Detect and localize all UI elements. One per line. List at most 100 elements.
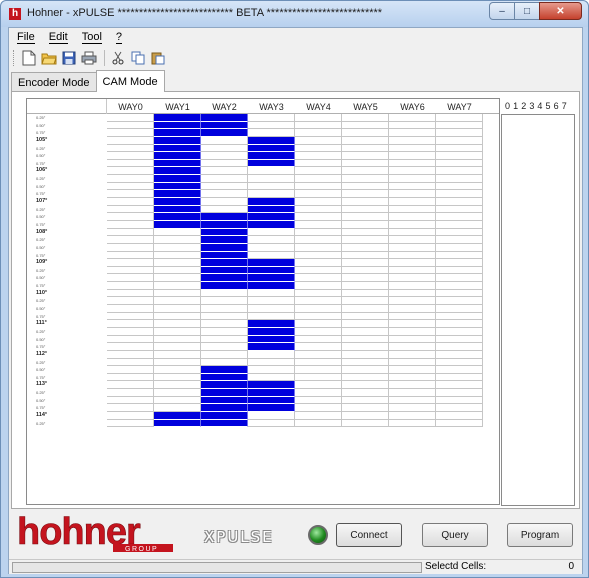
grid-cell[interactable] [154,396,201,405]
grid-cell[interactable] [154,136,201,145]
grid-cell[interactable] [248,327,295,336]
grid-cell[interactable] [436,312,483,321]
grid-cell[interactable] [295,220,342,229]
grid-cell[interactable] [154,350,201,359]
grid-cell[interactable] [107,251,154,260]
grid-cell[interactable] [295,289,342,298]
grid-cell[interactable] [436,167,483,176]
grid-cell[interactable] [248,335,295,344]
grid-cell[interactable] [154,373,201,382]
grid-cell[interactable] [248,228,295,237]
grid-cell[interactable] [389,289,436,298]
grid-cell[interactable] [389,243,436,252]
grid-cell[interactable] [389,350,436,359]
grid-cell[interactable] [154,282,201,290]
grid-cell[interactable] [389,419,436,428]
grid-cell[interactable] [295,213,342,221]
grid-cell[interactable] [201,144,248,153]
grid-cell[interactable] [342,419,389,428]
grid-cell[interactable] [436,129,483,137]
grid-cell[interactable] [389,358,436,367]
grid-cell[interactable] [389,121,436,130]
grid-cell[interactable] [201,243,248,252]
grid-cell[interactable] [436,259,483,267]
grid-cell[interactable] [248,236,295,244]
grid-cell[interactable] [436,213,483,221]
grid-cell[interactable] [436,144,483,153]
grid-cell[interactable] [342,259,389,267]
cam-grid[interactable]: WAY0 WAY1 WAY2 WAY3 WAY4 WAY5 WAY6 WAY7 … [26,98,500,505]
grid-cell[interactable] [389,144,436,153]
grid-cell[interactable] [107,343,154,351]
grid-cell[interactable] [342,243,389,252]
grid-cell[interactable] [295,159,342,168]
grid-cell[interactable] [436,373,483,382]
maximize-button[interactable]: □ [514,2,540,20]
grid-cell[interactable] [295,228,342,237]
grid-cell[interactable] [436,198,483,206]
grid-cell[interactable] [295,274,342,283]
grid-cell[interactable] [107,358,154,367]
grid-cell[interactable] [389,366,436,374]
grid-cell[interactable] [107,320,154,328]
grid-cell[interactable] [107,312,154,321]
grid-cell[interactable] [295,312,342,321]
grid-cell[interactable] [436,396,483,405]
grid-cell[interactable] [107,228,154,237]
grid-cell[interactable] [201,114,248,122]
grid-cell[interactable] [389,274,436,283]
grid-cell[interactable] [107,236,154,244]
grid-cell[interactable] [154,251,201,260]
grid-cell[interactable] [107,419,154,428]
toolbar-grip[interactable] [13,50,16,66]
grid-cell[interactable] [201,236,248,244]
grid-cell[interactable] [248,274,295,283]
grid-cell[interactable] [201,175,248,183]
grid-cell[interactable] [154,320,201,328]
grid-cell[interactable] [295,136,342,145]
grid-cell[interactable] [107,205,154,214]
grid-cell[interactable] [248,136,295,145]
grid-cell[interactable] [436,121,483,130]
paste-icon[interactable] [149,49,167,67]
grid-cell[interactable] [107,175,154,183]
grid-cell[interactable] [107,381,154,390]
grid-cell[interactable] [342,228,389,237]
grid-cell[interactable] [342,297,389,306]
grid-cell[interactable] [436,190,483,199]
grid-cell[interactable] [201,282,248,290]
grid-cell[interactable] [154,213,201,221]
grid-cell[interactable] [342,358,389,367]
grid-cell[interactable] [107,282,154,290]
tab-cam-mode[interactable]: CAM Mode [95,70,165,92]
grid-cell[interactable] [436,350,483,359]
grid-cell[interactable] [295,282,342,290]
grid-cell[interactable] [342,220,389,229]
grid-cell[interactable] [107,136,154,145]
grid-cell[interactable] [342,175,389,183]
grid-cell[interactable] [389,327,436,336]
grid-cell[interactable] [248,243,295,252]
grid-cell[interactable] [154,366,201,374]
grid-cell[interactable] [154,144,201,153]
grid-cell[interactable] [201,289,248,298]
grid-cell[interactable] [436,266,483,275]
grid-cell[interactable] [389,404,436,412]
grid-cell[interactable] [248,175,295,183]
grid-cell[interactable] [154,167,201,176]
grid-cell[interactable] [201,136,248,145]
grid-cell[interactable] [154,411,201,420]
grid-cell[interactable] [154,343,201,351]
grid-cell[interactable] [248,213,295,221]
grid-cell[interactable] [389,136,436,145]
grid-cell[interactable] [436,381,483,390]
grid-cell[interactable] [107,373,154,382]
grid-cell[interactable] [154,335,201,344]
grid-cell[interactable] [248,350,295,359]
grid-cell[interactable] [295,243,342,252]
grid-cell[interactable] [295,411,342,420]
grid-cell[interactable] [107,198,154,206]
grid-cell[interactable] [389,236,436,244]
grid-cell[interactable] [436,335,483,344]
grid-cell[interactable] [295,144,342,153]
